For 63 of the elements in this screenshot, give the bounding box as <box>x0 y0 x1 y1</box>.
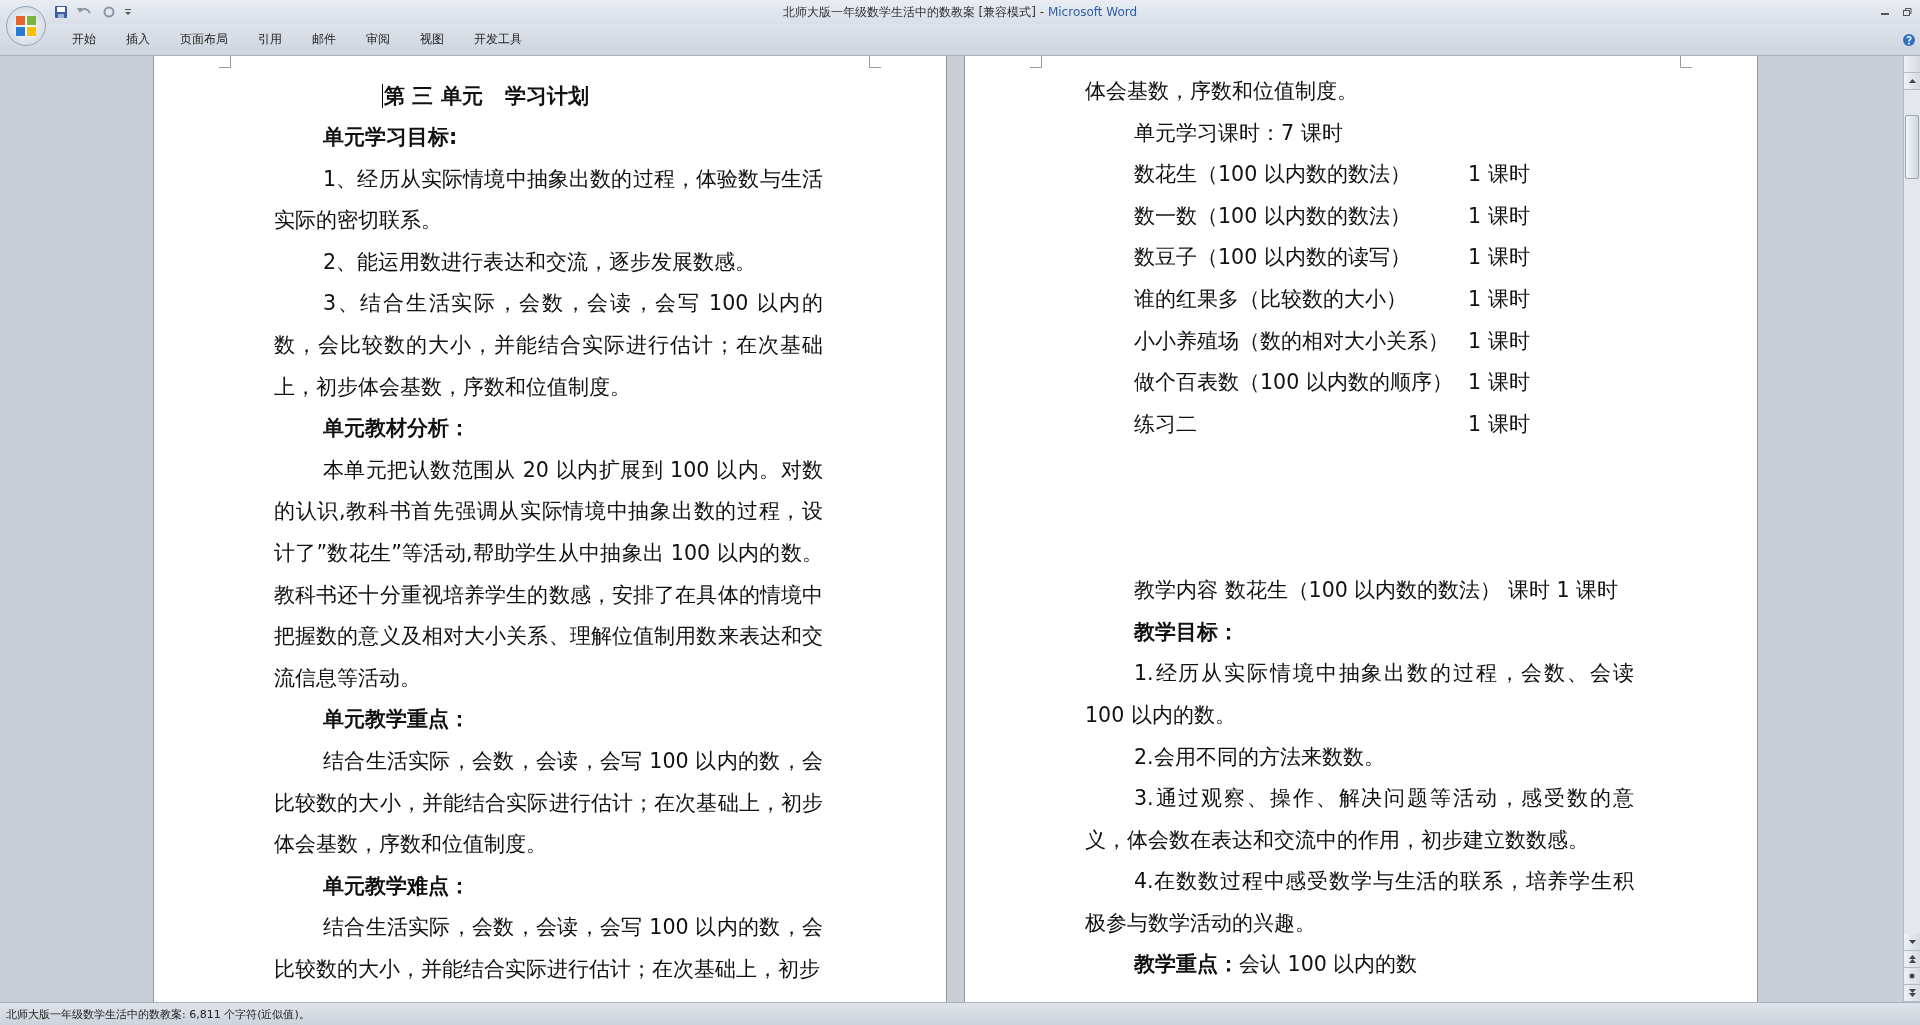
paragraph: 结合生活实际，会数，会读，会写 100 以内的数，会比较数的大小，并能结合实际进行估计；在次基础上，初步体会基数，序数和位值制度。 <box>274 747 823 859</box>
lesson-hours: 1 课时 <box>1468 327 1530 355</box>
lesson-hours: 1 课时 <box>1468 285 1530 313</box>
restore-icon[interactable] <box>1902 7 1912 17</box>
ribbon-tab[interactable]: 页面布局 <box>165 28 243 51</box>
section-heading: 单元学习目标: <box>322 124 459 151</box>
lesson-title: 数花生（100 以内数的数法） <box>1134 161 1412 189</box>
paragraph: 单元学习课时：7 课时 <box>1133 119 1344 147</box>
ribbon-tab[interactable]: 审阅 <box>351 28 405 51</box>
ribbon-tab[interactable]: 邮件 <box>297 28 351 51</box>
paragraph: 教学重点：会认 100 以内的数 <box>1132 951 1419 979</box>
lesson-title: 做个百表数（100 以内数的顺序） <box>1134 369 1454 397</box>
paragraph: 1、经历从实际情境中抽象出数的过程，体验数与生活实际的密切联系。 <box>274 165 823 235</box>
paragraph: 3、结合生活实际，会数，会读，会写 100 以内的数，会比较数的大小，并能结合实际进行估计；在次基础上，初步体会基数，序数和位值制度。 <box>274 290 823 401</box>
lesson-title: 数豆子（100 以内数的读写） <box>1134 244 1412 272</box>
paragraph: 体会基数，序数和位值制度。 <box>1085 78 1359 105</box>
section-heading: 教学目标： <box>1132 618 1240 646</box>
lesson-hours: 1 课时 <box>1468 161 1530 189</box>
section-heading: 单元教材分析： <box>322 415 471 443</box>
ribbon-tab[interactable]: 视图 <box>405 28 459 51</box>
lesson-title: 练习二 <box>1134 410 1198 438</box>
lesson-hours: 1 课时 <box>1468 244 1530 272</box>
browse-object-button[interactable] <box>1904 968 1920 985</box>
status-text: 北师大版一年级数学生活中的数教案: 6,811 个字符(近似值)。 <box>5 1006 310 1022</box>
text-cursor <box>382 84 383 108</box>
paragraph: 2、能运用数进行表达和交流，逐步发展数感。 <box>322 248 758 276</box>
document-title: 第 三 单元 学习计划 <box>384 83 589 110</box>
double-down-arrow-icon <box>1908 989 1916 997</box>
lesson-title: 数一数（100 以内数的数法） <box>1134 202 1412 230</box>
ribbon-tab[interactable]: 开发工具 <box>459 28 537 51</box>
lesson-title: 小小养殖场（数的相对大小关系） <box>1134 327 1450 355</box>
office-button[interactable] <box>6 6 46 46</box>
lesson-hours: 1 课时 <box>1468 410 1530 438</box>
circle-icon <box>1909 973 1915 979</box>
paragraph: 1.经历从实际情境中抽象出数的过程，会数、会读 100 以内的数。 <box>1085 660 1634 729</box>
window-title: 北师大版一年级数学生活中的数教案 [兼容模式] - Microsoft Word <box>782 3 1138 21</box>
lesson-title: 谁的红果多（比较数的大小） <box>1134 285 1408 313</box>
previous-page-button[interactable] <box>1904 951 1920 968</box>
up-arrow-icon <box>1908 79 1916 83</box>
help-icon[interactable] <box>1902 32 1916 47</box>
scroll-up-button[interactable] <box>1904 73 1920 90</box>
double-up-arrow-icon <box>1908 955 1916 963</box>
office-logo-icon <box>13 13 39 39</box>
paragraph: 本单元把认数范围从 20 以内扩展到 100 以内。对数的认识,教科书首先强调从实际情境中抽象出数的过程，设计了”数花生”等活动,帮助学生从中抽象出 100 以内的数。教科书还十分重视培养学生的数感，安排了在具体的情境中把握数的意义及相对大小关系、理解位值制用数来表达和交流信息等活动。 <box>274 456 823 692</box>
next-page-button[interactable] <box>1904 985 1920 1002</box>
scroll-down-button[interactable] <box>1904 934 1920 951</box>
ribbon-tab[interactable]: 引用 <box>243 28 297 51</box>
lesson-hours: 1 课时 <box>1468 369 1530 397</box>
scroll-thumb[interactable] <box>1905 115 1919 179</box>
customize-caret-icon[interactable] <box>124 8 132 16</box>
section-heading: 单元教学重点： <box>322 706 471 734</box>
paragraph: 教学内容 数花生（100 以内数的数法） 课时 1 课时 <box>1133 577 1620 605</box>
paragraph: 4.在数数过程中感受数学与生活的联系，培养学生积极参与数学活动的兴趣。 <box>1085 868 1634 937</box>
ribbon-tab[interactable]: 插入 <box>111 28 165 51</box>
paragraph: 2.会用不同的方法来数数。 <box>1133 743 1386 771</box>
paragraph: 结合生活实际，会数，会读，会写 100 以内的数，会比较数的大小，并能结合实际进行估计；在次基础上，初步 <box>274 914 823 983</box>
paragraph: 3.通过观察、操作、解决问题等活动，感受数的意义，体会数在表达和交流中的作用，初步建立数数感。 <box>1085 785 1634 854</box>
save-icon[interactable] <box>54 5 68 19</box>
ribbon-tab[interactable]: 开始 <box>57 28 111 51</box>
lesson-hours: 1 课时 <box>1468 202 1530 230</box>
section-heading: 单元教学难点： <box>322 872 471 900</box>
ruler-toggle-button[interactable] <box>1904 56 1920 73</box>
down-arrow-icon <box>1908 940 1916 944</box>
